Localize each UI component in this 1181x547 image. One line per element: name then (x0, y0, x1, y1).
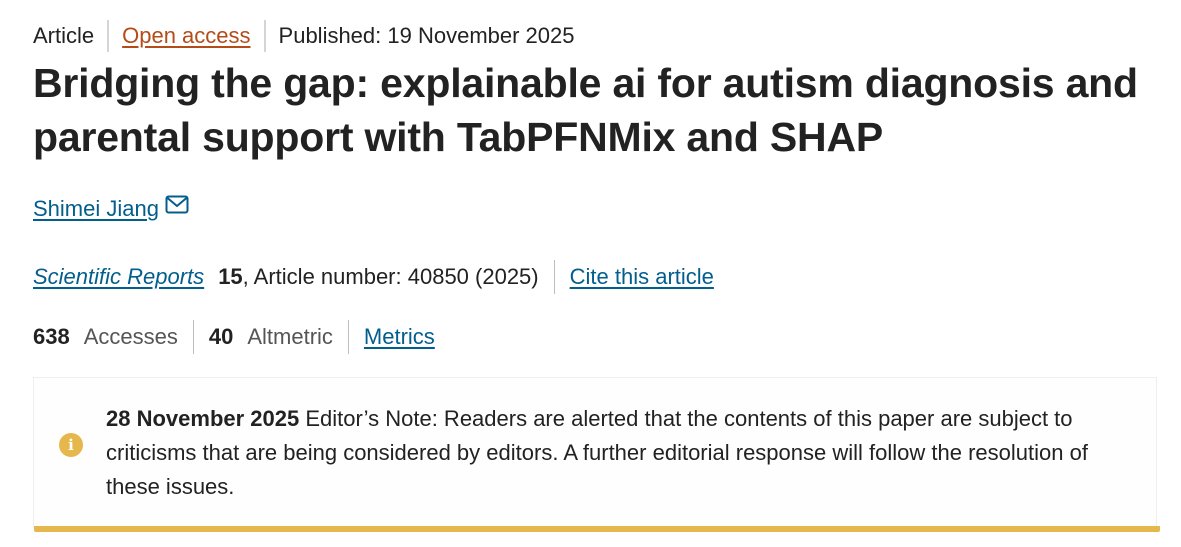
editor-note-text: 28 November 2025 Editor’s Note: Readers … (106, 402, 1146, 504)
metrics-divider (347, 320, 349, 354)
altmetric-label: Altmetric (247, 324, 333, 349)
author-row: Shimei Jiang (33, 192, 189, 226)
metrics-row: 638 Accesses 40 Altmetric Metrics (33, 320, 435, 354)
metrics-divider (192, 320, 194, 354)
article-type: Article (33, 23, 95, 48)
editor-note-date: 28 November 2025 (106, 406, 300, 431)
article-meta-row: Article Open access Published: 19 Novemb… (33, 20, 575, 52)
metrics-link[interactable]: Metrics (364, 324, 435, 350)
journal-volume: 15 (218, 264, 243, 289)
accesses-label: Accesses (83, 324, 178, 349)
altmetric-count: 40 (208, 324, 234, 349)
article-number: , Article number: 40850 (2025) (242, 264, 539, 289)
journal-row: Scientific Reports 15 , Article number: … (33, 260, 714, 294)
published-date: Published: 19 November 2025 (278, 23, 575, 48)
editor-note-banner: i 28 November 2025 Editor’s Note: Reader… (33, 377, 1160, 532)
info-icon: i (59, 433, 83, 457)
open-access-link[interactable]: Open access (122, 23, 250, 49)
journal-divider (553, 260, 555, 294)
notice-accent-bar (34, 526, 1160, 532)
meta-divider (107, 20, 110, 52)
meta-divider (263, 20, 266, 52)
accesses-count: 638 (33, 324, 70, 349)
cite-article-link[interactable]: Cite this article (570, 264, 714, 290)
journal-link[interactable]: Scientific Reports (33, 264, 204, 290)
article-title: Bridging the gap: explainable ai for aut… (33, 60, 1138, 160)
author-link[interactable]: Shimei Jiang (33, 196, 159, 222)
mail-icon[interactable] (165, 195, 189, 215)
